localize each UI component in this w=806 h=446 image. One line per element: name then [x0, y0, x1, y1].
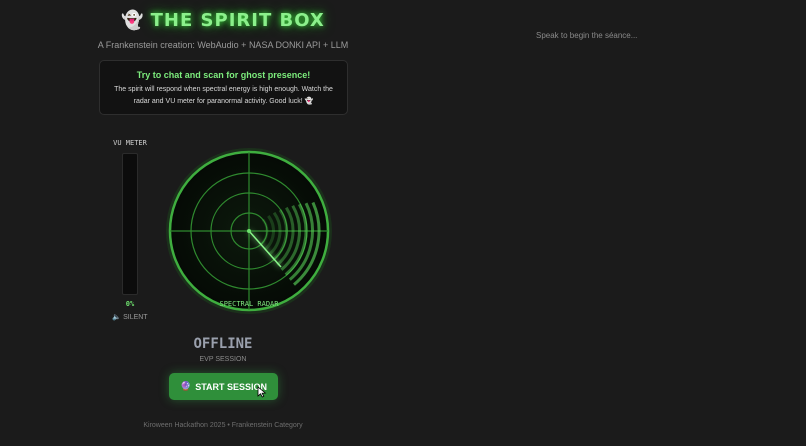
spirit-box-panel: 👻 THE SPIRIT BOX A Frankenstein creation:… [0, 0, 446, 446]
vu-meter-percent: 0% [125, 300, 135, 308]
vu-meter-status-label: SILENT [123, 314, 148, 321]
spectral-radar [164, 146, 334, 316]
vu-meter-status: 🔈 SILENT [104, 313, 156, 321]
footer-text: Kiroween Hackathon 2025 • Frankenstein C… [143, 422, 303, 429]
speaker-muted-icon: 🔈 [112, 314, 122, 321]
session-sub-label: EVP SESSION [199, 356, 247, 363]
info-card: Try to chat and scan for ghost presence!… [99, 60, 348, 115]
crystal-ball-icon: 🔮 [179, 381, 192, 391]
radar-center [247, 229, 251, 233]
vu-meter-bar [122, 153, 138, 295]
mouse-cursor-icon [257, 386, 267, 398]
info-body: The spirit will respond when spectral en… [114, 86, 333, 105]
session-status: OFFLINE [193, 336, 253, 352]
vu-meter-label: VU METER [113, 139, 147, 147]
app-title: 👻 THE SPIRIT BOX [0, 10, 446, 31]
radar-svg [166, 148, 332, 314]
info-title: Try to chat and scan for ghost presence! [136, 70, 311, 80]
app-subtitle: A Frankenstein creation: WebAudio + NASA… [97, 40, 349, 50]
radar-label: SPECTRAL RADAR [219, 300, 279, 308]
app-title-text: THE SPIRIT BOX [150, 10, 325, 31]
ghost-icon: 👻 [121, 10, 145, 31]
chat-placeholder: Speak to begin the séance... [536, 31, 638, 40]
